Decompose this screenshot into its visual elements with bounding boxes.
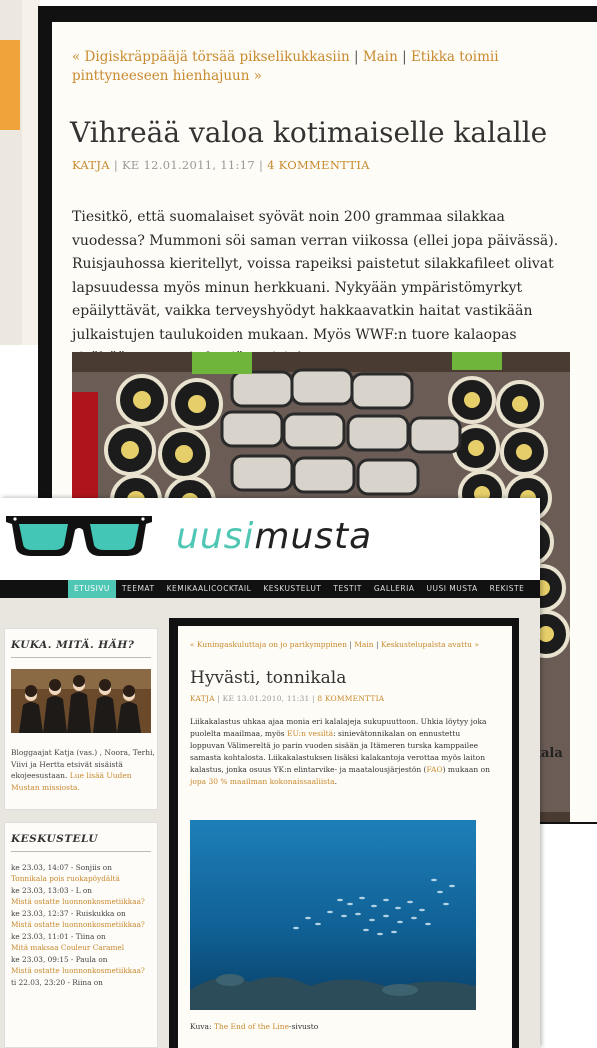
- discussion-link[interactable]: Tonnikala pois ruokapöydältä: [11, 874, 157, 885]
- bloggers-photo: [11, 669, 151, 733]
- back-caption-area: [586, 745, 597, 822]
- next-post-link[interactable]: Keskustelupalsta avattu »: [381, 640, 479, 649]
- sidebar-about-title: KUKA. MITÄ. HÄH?: [11, 639, 135, 651]
- nav-item-etusivu[interactable]: ETUSIVU: [68, 580, 116, 598]
- nav-item-uusi-musta[interactable]: UUSI MUSTA: [420, 580, 483, 598]
- background-page-strip: [0, 0, 40, 345]
- meta-separator: |: [258, 158, 264, 172]
- main-navigation: ETUSIVU TEEMAT KEMIKAALICOCKTAIL KESKUST…: [0, 580, 540, 598]
- logo-musta: musta: [254, 516, 373, 557]
- nav-separator: |: [349, 640, 352, 649]
- nav-item-rekisteroidy[interactable]: REKISTE: [484, 580, 531, 598]
- catch-share-link[interactable]: jopa 30 % maailman kokonaissaaliista: [190, 777, 335, 786]
- sidebar-about-text: Bloggaajat Katja (vas.) , Noora, Terhi, …: [11, 747, 157, 793]
- nav-item-teemat[interactable]: TEEMAT: [116, 580, 161, 598]
- meta-separator: |: [217, 694, 221, 703]
- sidebar-about-box: KUKA. MITÄ. HÄH? Bloggaajat Katja (vas.)…: [4, 628, 158, 810]
- list-item: ke 23.03, 13:03 - L on Mistä ostatte luo…: [11, 886, 157, 907]
- body-text: .: [334, 777, 337, 786]
- site-header: uusimusta: [0, 498, 540, 578]
- prev-post-link[interactable]: « Kuningaskuluttaja on jo parikymppinen: [190, 640, 347, 649]
- nav-item-kemikaalicocktail[interactable]: KEMIKAALICOCKTAIL: [161, 580, 258, 598]
- list-item: ke 23.03, 14:07 - Sonjiis on Tonnikala p…: [11, 863, 157, 884]
- discussion-link[interactable]: Mistä ostatte luonnonkosmetiikkaa?: [11, 920, 157, 931]
- comments-link[interactable]: 4 KOMMENTTIA: [267, 158, 370, 172]
- discussion-meta: ke 23.03, 11:01 - Tiina on: [11, 932, 106, 941]
- meta-separator: |: [312, 694, 315, 703]
- caption-label: Kuva:: [190, 1022, 214, 1031]
- main-article-nav: « Kuningaskuluttaja on jo parikymppinen …: [190, 640, 500, 649]
- discussion-meta: ti 22.03, 23:20 - Riina on: [11, 978, 103, 987]
- glasses-logo-icon[interactable]: [4, 510, 154, 560]
- discussion-link[interactable]: Mistä ostatte luonnonkosmetiikkaa?: [11, 966, 157, 977]
- list-item: ke 23.03, 11:01 - Tiina on Mitä maksaa C…: [11, 932, 157, 953]
- site-logo[interactable]: uusimusta: [176, 516, 372, 557]
- discussion-meta: ke 23.03, 14:07 - Sonjiis on: [11, 863, 112, 872]
- main-article-meta: KATJA | KE 13.01.2010, 11:31 | 8 KOMMENT…: [190, 694, 384, 703]
- body-text: ) mukaan on: [442, 765, 490, 774]
- discussion-meta: ke 23.03, 09:15 - Paula on: [11, 955, 108, 964]
- sidebar-discussion-title: KESKUSTELU: [11, 833, 98, 845]
- main-link[interactable]: Main: [354, 640, 373, 649]
- list-item: ke 23.03, 12:37 - Ruiskukka on Mistä ost…: [11, 909, 157, 930]
- meta-separator: |: [113, 158, 119, 172]
- caption-source-link[interactable]: The End of the Line: [214, 1022, 289, 1031]
- divider: [11, 851, 151, 852]
- back-article-body: Tiesitkö, että suomalaiset syövät noin 2…: [72, 209, 559, 366]
- divider: [11, 657, 151, 658]
- main-article-title: Hyvästi, tonnikala: [190, 668, 347, 688]
- main-article: « Kuningaskuluttaja on jo parikymppinen …: [178, 626, 512, 1048]
- main-link[interactable]: Main: [363, 49, 398, 65]
- caption-suffix: -sivusto: [289, 1022, 319, 1031]
- fao-link[interactable]: FAO: [426, 765, 442, 774]
- discussion-list: ke 23.03, 14:07 - Sonjiis on Tonnikala p…: [11, 863, 157, 991]
- orange-block: [0, 40, 20, 130]
- author-link[interactable]: KATJA: [190, 694, 215, 703]
- prev-post-link[interactable]: « Digiskräppääjä törsää pikselikukkasiin: [72, 49, 350, 65]
- nav-separator: |: [376, 640, 379, 649]
- discussion-meta: ke 23.03, 12:37 - Ruiskukka on: [11, 909, 126, 918]
- right-gutter: [519, 598, 540, 1048]
- discussion-link[interactable]: Mitä maksaa Couleur Caramel: [11, 943, 157, 954]
- back-article-nav: « Digiskräppääjä törsää pikselikukkasiin…: [72, 48, 572, 86]
- list-item: ke 23.03, 09:15 - Paula on Mistä ostatte…: [11, 955, 157, 976]
- nav-item-galleria[interactable]: GALLERIA: [368, 580, 421, 598]
- discussion-meta: ke 23.03, 13:03 - L on: [11, 886, 92, 895]
- back-article-meta: KATJA | KE 12.01.2011, 11:17 | 4 KOMMENT…: [72, 158, 370, 172]
- sidebar-discussion-box: KESKUSTELU ke 23.03, 14:07 - Sonjiis on …: [4, 822, 158, 1048]
- post-date: KE 13.01.2010, 11:31: [222, 694, 310, 703]
- main-article-body: Liikakalastus uhkaa ajaa monia eri kalal…: [190, 716, 490, 788]
- nav-separator: |: [402, 49, 407, 65]
- post-date: KE 12.01.2011, 11:17: [122, 158, 255, 172]
- comments-link[interactable]: 8 KOMMENTTIA: [317, 694, 384, 703]
- back-article-title: Vihreää valoa kotimaiselle kalalle: [70, 116, 548, 149]
- main-photo-caption: Kuva: The End of the Line-sivusto: [190, 1022, 318, 1031]
- nav-item-keskustelut[interactable]: KESKUSTELUT: [257, 580, 327, 598]
- nav-separator: |: [354, 49, 359, 65]
- discussion-link[interactable]: Mistä ostatte luonnonkosmetiikkaa?: [11, 897, 157, 908]
- nav-item-testit[interactable]: TESTIT: [327, 580, 367, 598]
- logo-uusi: uusi: [176, 516, 255, 557]
- eu-waters-link[interactable]: EU:n vesiltä: [287, 729, 333, 738]
- author-link[interactable]: KATJA: [72, 158, 110, 172]
- underwater-fish-photo: [190, 820, 476, 1010]
- uusi-musta-site: uusimusta ETUSIVU TEEMAT KEMIKAALICOCKTA…: [0, 498, 540, 1048]
- list-item: ti 22.03, 23:20 - Riina on: [11, 978, 157, 989]
